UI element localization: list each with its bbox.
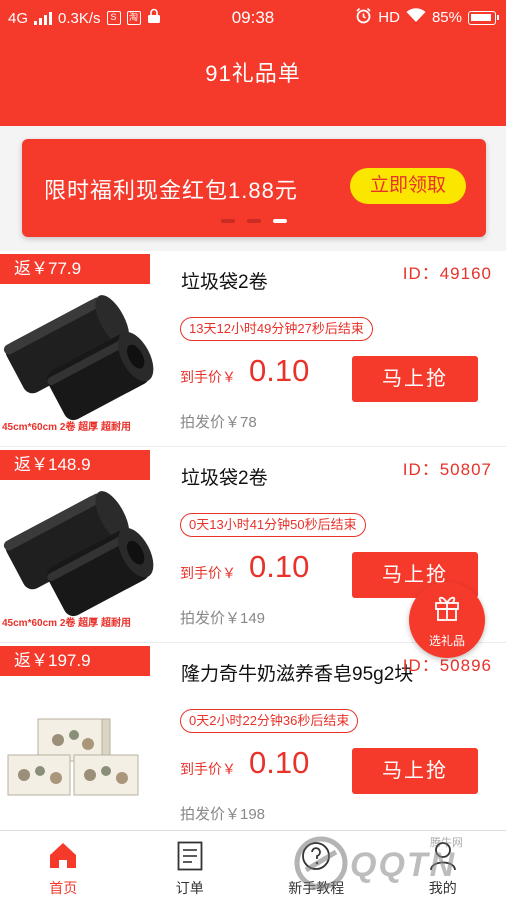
buy-now-button[interactable]: 马上抢 (352, 748, 478, 794)
banner-text: 限时福利现金红包1.88元 (44, 178, 298, 203)
alarm-icon (355, 7, 372, 28)
header: 91礼品单 (0, 34, 506, 126)
rebate-badge: 返￥148.9 (0, 450, 150, 480)
rebate-badge: 返￥77.9 (0, 254, 150, 284)
image-caption: 45cm*60cm 2卷 超厚 超耐用 (2, 422, 131, 433)
gift-icon (435, 596, 459, 621)
price-label: 到手价￥ (180, 761, 236, 777)
final-price: 0.10 (249, 549, 310, 584)
buy-now-button[interactable]: 马上抢 (352, 356, 478, 402)
price-label: 到手价￥ (180, 369, 236, 385)
tab-label: 订单 (175, 880, 204, 896)
carousel-dot-active[interactable] (273, 219, 287, 223)
watermark-logo-icon (294, 836, 348, 890)
product-id: ID：50807 (402, 460, 492, 479)
final-price: 0.10 (249, 745, 310, 780)
choose-gift-label: 选礼品 (428, 634, 465, 648)
home-icon (50, 843, 77, 868)
price-label: 到手价￥ (180, 565, 236, 581)
carousel-dot[interactable] (247, 219, 261, 223)
watermark-text: QQTN (350, 846, 457, 884)
product-id: ID：49160 (402, 264, 492, 283)
original-price: 拍发价￥149 (180, 610, 266, 627)
document-icon (177, 841, 203, 871)
status-bar: 4G 0.3K/s S 淘 09:38 HD 85% (0, 0, 506, 34)
watermark: QQTN 腾牛网 (290, 832, 500, 896)
battery-icon (468, 10, 499, 25)
product-name[interactable]: 垃圾袋2卷 (181, 463, 268, 490)
product-card[interactable]: 45cm*60cm 2卷 超厚 超耐用 返￥77.9 垃圾袋2卷 ID：4916… (0, 251, 506, 447)
rebate-badge: 返￥197.9 (0, 646, 150, 676)
battery-level: 85% (431, 9, 462, 26)
product-name[interactable]: 隆力奇牛奶滋养香皂95g2块 (181, 659, 413, 686)
product-list: 45cm*60cm 2卷 超厚 超耐用 返￥77.9 垃圾袋2卷 ID：4916… (0, 251, 506, 839)
original-price: 拍发价￥198 (180, 806, 266, 823)
promo-banner[interactable]: 限时福利现金红包1.88元 立即领取 (22, 139, 486, 237)
page-title: 91礼品单 (205, 61, 301, 86)
carousel-dots (22, 219, 486, 223)
choose-gift-button[interactable]: 选礼品 (409, 582, 485, 658)
hd-indicator: HD (378, 9, 400, 26)
countdown-badge: 0天13小时41分钟50秒后结束 (180, 513, 366, 537)
image-caption: 45cm*60cm 2卷 超厚 超耐用 (2, 618, 131, 629)
tab-home[interactable]: 首页 (0, 831, 127, 900)
carousel-dot[interactable] (221, 219, 235, 223)
final-price: 0.10 (249, 353, 310, 388)
product-name[interactable]: 垃圾袋2卷 (181, 267, 268, 294)
countdown-badge: 0天2小时22分钟36秒后结束 (180, 709, 359, 733)
tab-label: 首页 (49, 880, 78, 896)
claim-button[interactable]: 立即领取 (350, 168, 466, 204)
original-price: 拍发价￥78 (180, 414, 257, 431)
tab-orders[interactable]: 订单 (127, 831, 254, 900)
banner-area: 限时福利现金红包1.88元 立即领取 (0, 126, 506, 251)
countdown-badge: 13天12小时49分钟27秒后结束 (180, 317, 373, 341)
watermark-subtext: 腾牛网 (430, 837, 463, 849)
product-card[interactable]: 返￥197.9 隆力奇牛奶滋养香皂95g2块 ID：50896 0天2小时22分… (0, 643, 506, 839)
wifi-icon (406, 8, 426, 27)
